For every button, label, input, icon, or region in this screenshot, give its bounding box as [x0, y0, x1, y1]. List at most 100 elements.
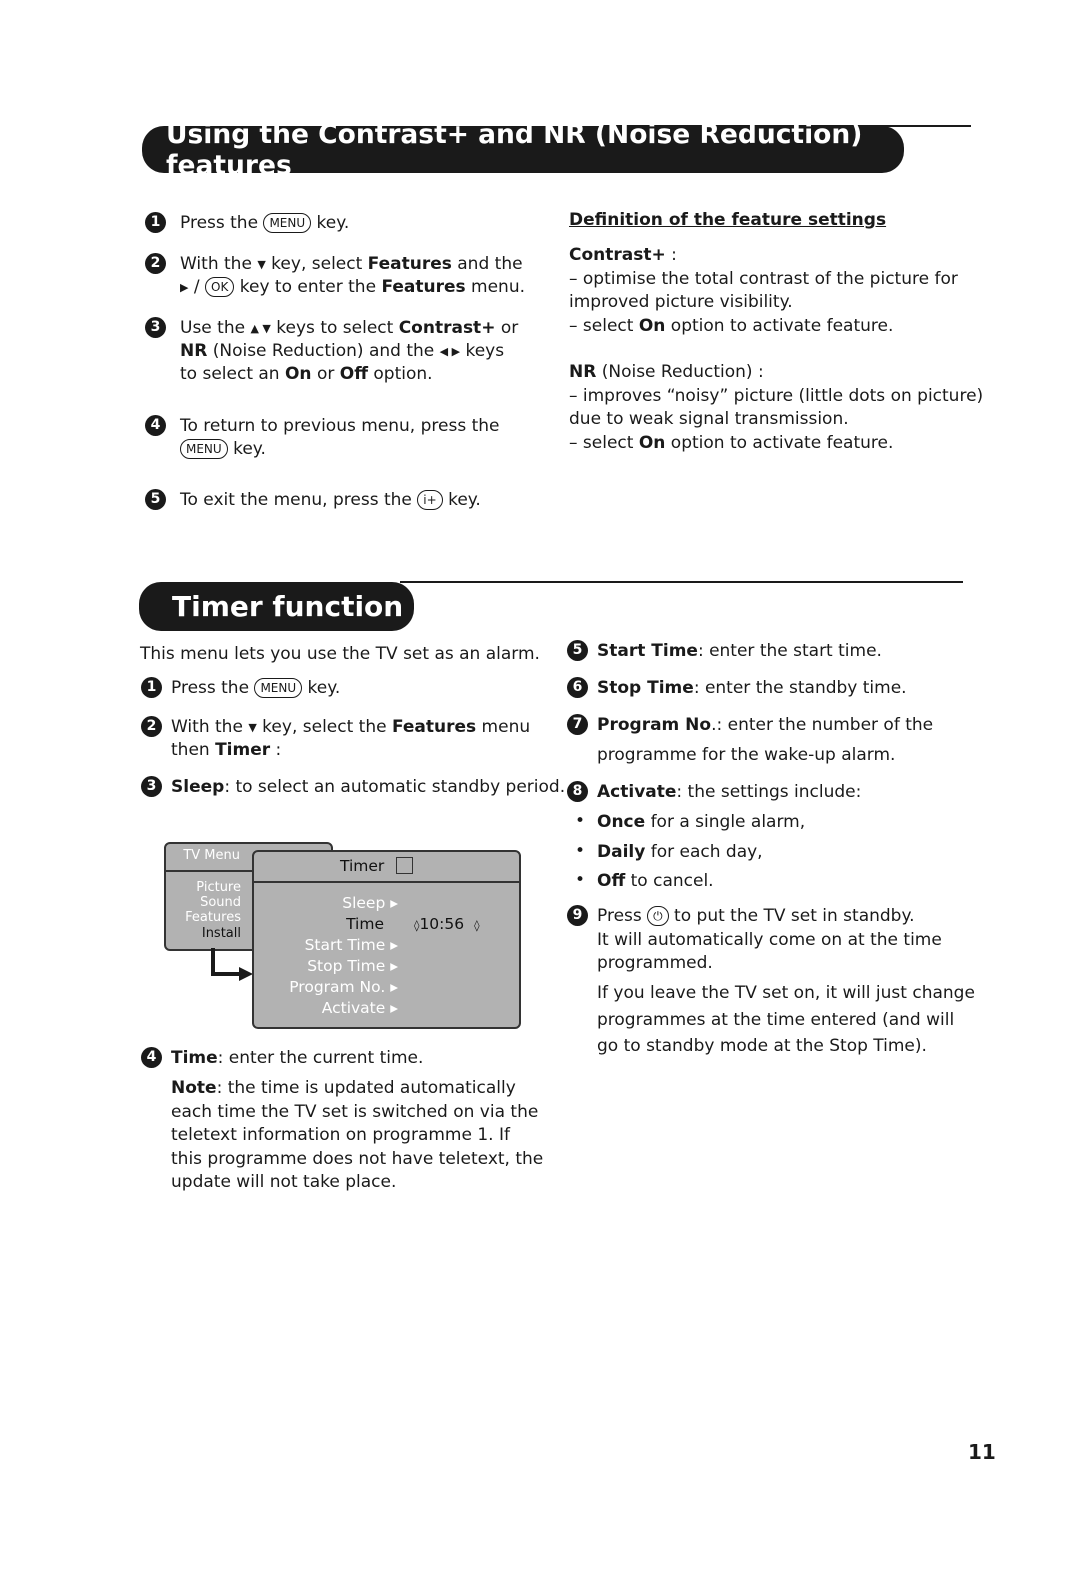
text-line: programme for the wake-up alarm.	[597, 744, 895, 766]
step-number-icon: 7	[567, 714, 588, 735]
text: key, select the	[256, 717, 392, 737]
timer-menu-panel: Timer Sleep ▸ Time Start Time ▸ Stop Tim…	[252, 850, 521, 1029]
page-number: 11	[968, 1440, 996, 1464]
text: : enter the start time.	[697, 641, 882, 661]
menu-item: Program No. ▸	[289, 978, 398, 996]
text: : enter the current time.	[217, 1048, 424, 1068]
timer-icon	[396, 857, 413, 874]
text: – select	[569, 432, 639, 453]
definitions-heading: Definition of the feature settings	[569, 210, 887, 230]
bold-text: Start Time	[597, 641, 698, 661]
section-title-timer: Timer function	[139, 582, 414, 631]
text: menu.	[465, 277, 526, 297]
manual-page: Using the Contrast+ and NR (Noise Reduct…	[0, 0, 1080, 1574]
text: programmed.	[597, 953, 713, 973]
text: : the settings include:	[676, 782, 862, 802]
bold-text: Timer	[215, 740, 271, 760]
text: teletext information on programme 1. If	[171, 1125, 510, 1146]
arrow-key-icon: ▲ ▼	[250, 322, 271, 335]
text: to put the TV set in standby.	[668, 906, 915, 926]
remote-key-icon: MENU	[180, 439, 228, 459]
text-line: Time: enter the current time.	[171, 1047, 423, 1069]
text: or	[311, 364, 340, 384]
bold-text: NR	[180, 341, 208, 361]
text: .: enter the number of the	[711, 715, 934, 735]
text-line: This menu lets you use the TV set as an …	[140, 643, 540, 665]
step-number-icon: 5	[145, 489, 166, 510]
text-line: improved picture visibility.	[569, 291, 793, 313]
arrow-icon	[211, 948, 253, 981]
text-line: It will automatically come on at the tim…	[597, 929, 942, 951]
text: to select an	[180, 364, 285, 384]
text-line: Activate: the settings include:	[597, 781, 861, 803]
menu-item: Picture	[196, 880, 241, 895]
text: option.	[367, 364, 433, 384]
remote-key-icon: MENU	[254, 678, 303, 698]
bold-text: Sleep	[171, 777, 225, 797]
text-line: Daily for each day,	[597, 841, 763, 863]
arrow-key-icon: ◀ ▶	[439, 345, 461, 358]
text: Use the	[180, 318, 251, 338]
text-line: Sleep: to select an automatic standby pe…	[171, 776, 565, 798]
text: option to activate feature.	[665, 315, 894, 336]
step-number-icon: 3	[141, 776, 162, 797]
text-line: Press the MENU key.	[171, 677, 340, 699]
text-line: Use the ▲ ▼ keys to select Contrast+ or	[180, 317, 518, 340]
step-number-icon: 1	[145, 212, 166, 233]
text: (Noise Reduction) and the	[207, 341, 440, 361]
text: go to standby mode at the Stop Time).	[597, 1036, 927, 1056]
text: key.	[227, 439, 266, 459]
remote-key-icon: i+	[417, 490, 443, 510]
bold-text: Features	[381, 277, 466, 297]
text-line: update will not take place.	[171, 1171, 396, 1193]
text: – optimise the total contrast of the pic…	[569, 268, 958, 289]
header-rule	[400, 581, 963, 583]
text: programme for the wake-up alarm.	[597, 745, 896, 765]
text-line: With the ▼ key, select Features and the	[180, 253, 523, 276]
bold-text: Note	[171, 1078, 217, 1098]
text-line: NR (Noise Reduction) :	[569, 361, 764, 383]
text-line: go to standby mode at the Stop Time).	[597, 1035, 927, 1057]
arrow-key-icon: ▼	[248, 721, 257, 734]
text: improved picture visibility.	[569, 292, 793, 312]
bold-text: On	[638, 315, 666, 336]
menu-item: Time	[346, 915, 384, 933]
menu-item: Activate ▸	[321, 999, 398, 1017]
menu-item: Sleep ▸	[342, 894, 398, 912]
text-line: If you leave the TV set on, it will just…	[597, 982, 975, 1004]
bold-text: NR	[569, 362, 597, 382]
text: keys to select	[270, 318, 399, 338]
text-line: each time the TV set is switched on via …	[171, 1101, 538, 1123]
text-line: To exit the menu, press the i+ key.	[180, 489, 481, 511]
text: for each day,	[645, 841, 763, 862]
text-line: programmed.	[597, 952, 713, 974]
text-line: Program No.: enter the number of the	[597, 714, 933, 736]
text-line: Press the MENU key.	[180, 212, 349, 234]
remote-key-icon: MENU	[263, 213, 312, 233]
text: keys	[460, 341, 505, 361]
text-line: – select On option to activate feature.	[569, 315, 893, 337]
step-number-icon: 2	[141, 716, 162, 737]
text: With the	[180, 254, 258, 274]
text: or	[495, 318, 519, 338]
text-line: Start Time: enter the start time.	[597, 640, 882, 662]
text: due to weak signal transmission.	[569, 409, 849, 429]
bold-text: On	[638, 432, 666, 453]
timer-title: Timer	[340, 857, 385, 875]
text: then	[171, 740, 216, 760]
text: programmes at the time entered (and will	[597, 1009, 955, 1030]
bold-text: Daily	[597, 841, 646, 862]
text: : the time is updated automatically	[216, 1078, 516, 1098]
text-line: Note: the time is updated automatically	[171, 1077, 516, 1099]
text-line: programmes at the time entered (and will	[597, 1009, 954, 1031]
step-number-icon: 6	[567, 677, 588, 698]
bold-text: Program No	[597, 715, 712, 735]
step-number-icon: 3	[145, 317, 166, 338]
step-number-icon: 8	[567, 781, 588, 802]
menu-item: Sound	[200, 895, 241, 910]
step-number-icon: 5	[567, 640, 588, 661]
text: and the	[451, 254, 523, 274]
text-line: to select an On or Off option.	[180, 363, 433, 385]
step-number-icon: 2	[145, 253, 166, 274]
text-line: due to weak signal transmission.	[569, 408, 849, 430]
